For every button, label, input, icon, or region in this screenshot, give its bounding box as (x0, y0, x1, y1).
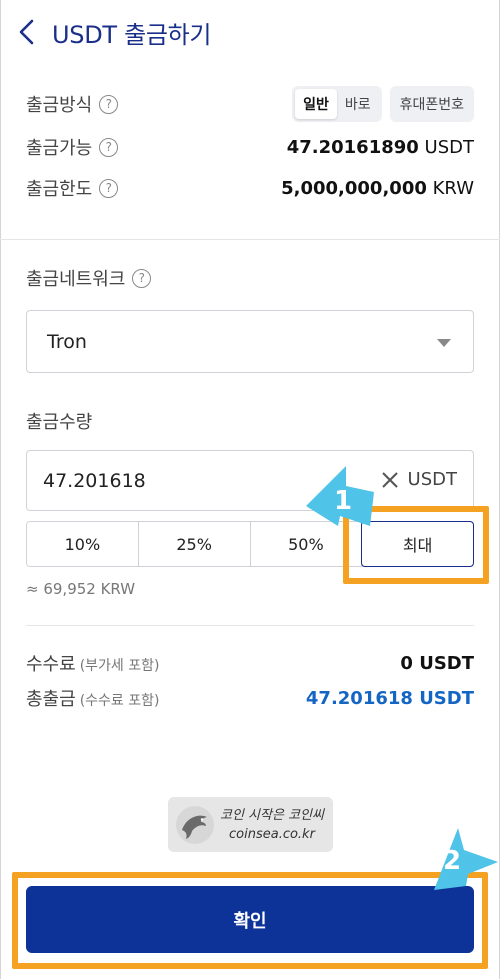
limit-amount: 5,000,000,000 (281, 177, 427, 199)
available-amount: 47.20161890 (286, 136, 419, 158)
percent-50-button[interactable]: 50% (251, 522, 363, 566)
percent-buttons: 10% 25% 50% 최대 (26, 521, 474, 567)
back-arrow-icon[interactable] (16, 18, 40, 46)
available-label: 출금가능 (26, 138, 93, 159)
available-value: 47.20161890 USDT (287, 137, 474, 158)
network-label-group: 출금네트워크 ? (26, 265, 152, 291)
limit-label-group: 출금한도 ? (26, 175, 119, 201)
step2-number: 2 (443, 846, 462, 876)
network-select[interactable]: Tron (26, 310, 474, 373)
total-label: 총출금 (26, 689, 76, 710)
limit-unit: KRW (432, 177, 474, 199)
amount-label: 출금수량 (26, 412, 93, 433)
method-normal-button[interactable]: 일반 (295, 89, 337, 119)
total-note: (수수료 포함) (79, 693, 160, 709)
dolphin-logo-icon (176, 805, 214, 844)
percent-25-button[interactable]: 25% (139, 522, 251, 566)
amount-right-group: USDT (380, 469, 457, 490)
percent-10-button[interactable]: 10% (27, 522, 139, 566)
step1-number: 1 (334, 486, 353, 516)
total-value: 47.201618 USDT (305, 687, 474, 709)
limit-value: 5,000,000,000 KRW (281, 178, 474, 199)
fee-label: 수수료 (26, 654, 76, 675)
withdraw-method-row: 출금방식 ? 일반 바로 휴대폰번호 (26, 86, 474, 122)
method-instant-button[interactable]: 바로 (337, 89, 379, 119)
section-divider (26, 625, 474, 626)
confirm-button[interactable]: 확인 (26, 886, 474, 953)
available-row: 출금가능 ? 47.20161890 USDT (26, 131, 474, 163)
amount-unit: USDT (407, 469, 457, 490)
percent-max-button[interactable]: 최대 (361, 521, 474, 567)
help-icon[interactable]: ? (99, 94, 119, 114)
method-selector: 일반 바로 휴대폰번호 (292, 86, 474, 122)
network-label: 출금네트워크 (26, 269, 126, 290)
method-phone-button[interactable]: 휴대폰번호 (389, 86, 474, 122)
watermark-line1: 코인 시작은 코인씨 (220, 807, 324, 823)
watermark: 코인 시작은 코인씨 coinsea.co.kr (168, 797, 333, 852)
watermark-line2: coinsea.co.kr (229, 826, 315, 842)
amount-input[interactable] (43, 469, 293, 492)
clear-icon[interactable] (380, 470, 400, 490)
available-label-group: 출금가능 ? (26, 134, 119, 160)
limit-row: 출금한도 ? 5,000,000,000 KRW (26, 172, 474, 204)
available-unit: USDT (424, 136, 474, 158)
method-segment: 일반 바로 (292, 86, 382, 122)
amount-field: USDT (26, 450, 474, 511)
dropdown-caret-icon (437, 339, 451, 347)
watermark-text: 코인 시작은 코인씨 coinsea.co.kr (220, 806, 324, 844)
help-icon[interactable]: ? (132, 268, 152, 288)
app-header: USDT 출금하기 (0, 0, 500, 64)
help-icon[interactable]: ? (99, 137, 119, 157)
limit-label: 출금한도 (26, 179, 93, 200)
total-row: 총출금 (수수료 포함) 47.201618 USDT (26, 683, 474, 713)
fee-value: 0 USDT (400, 652, 474, 674)
network-selected-value: Tron (47, 330, 87, 353)
krw-estimate: ≈ 69,952 KRW (26, 580, 136, 598)
page-title: USDT 출금하기 (52, 21, 212, 49)
withdraw-method-label: 출금방식 (26, 95, 93, 116)
withdraw-method-label-group: 출금방식 ? (26, 91, 119, 117)
total-label-group: 총출금 (수수료 포함) (26, 685, 159, 711)
help-icon[interactable]: ? (99, 178, 119, 198)
fee-value-wrap: 0 USDT (400, 653, 474, 674)
fee-row: 수수료 (부가세 포함) 0 USDT (26, 648, 474, 678)
fee-label-group: 수수료 (부가세 포함) (26, 650, 159, 676)
section-divider (0, 239, 500, 240)
fee-note: (부가세 포함) (79, 658, 160, 674)
